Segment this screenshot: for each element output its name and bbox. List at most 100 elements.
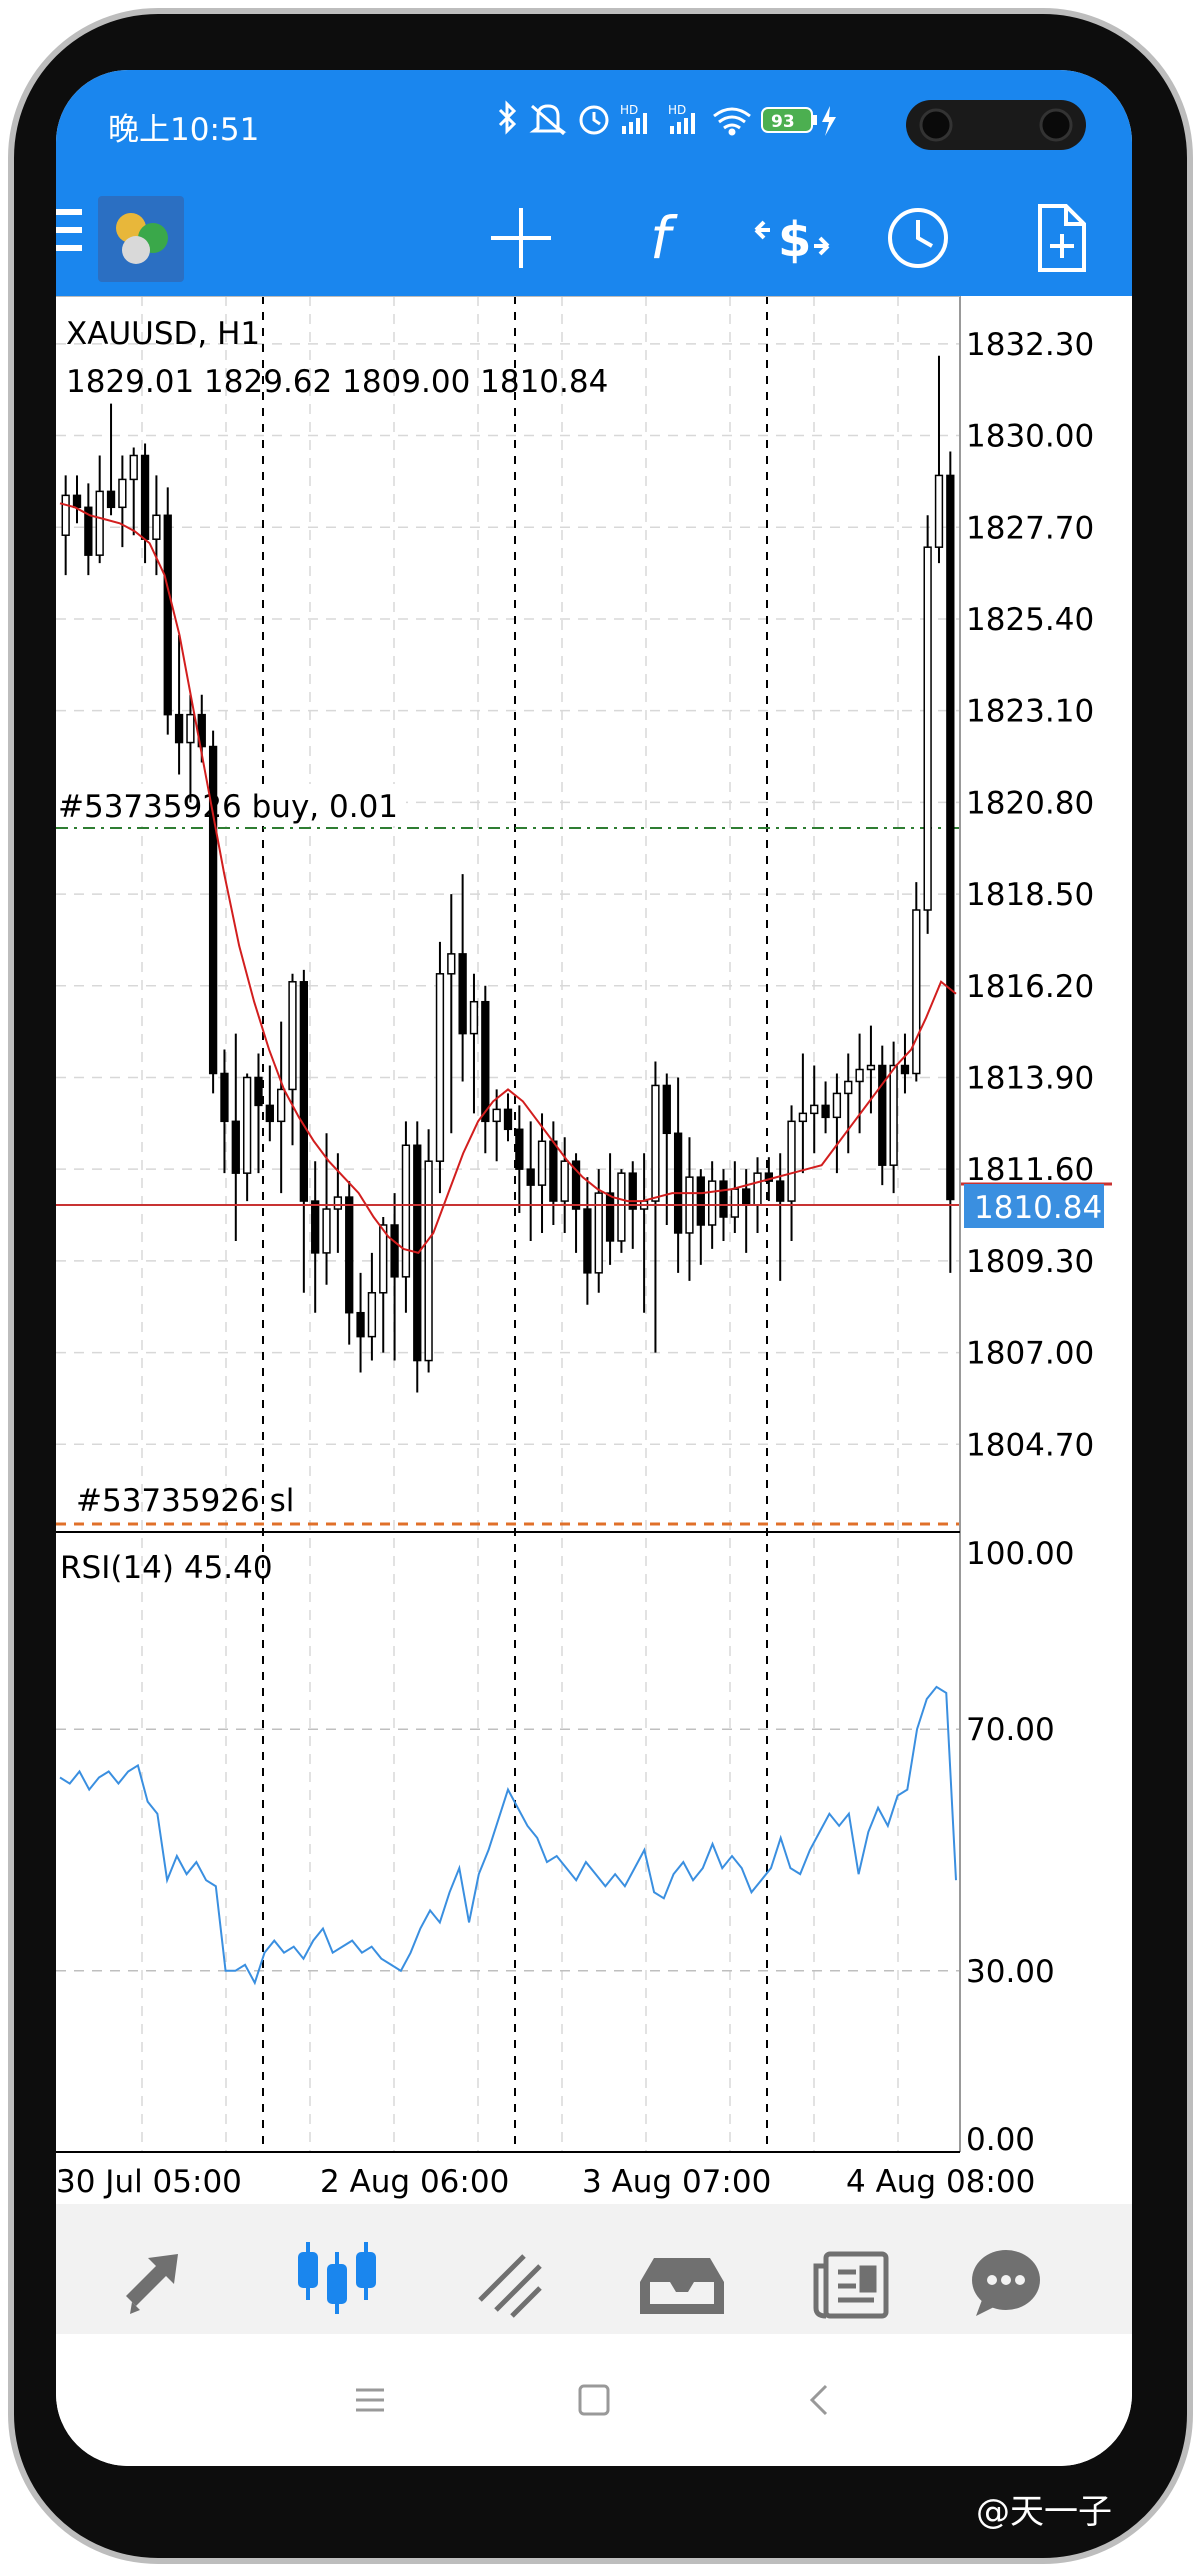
candle-body bbox=[719, 1180, 728, 1218]
candle-body bbox=[106, 490, 116, 509]
candle bbox=[912, 882, 921, 1082]
candle bbox=[254, 1053, 263, 1174]
candle-body bbox=[367, 1292, 377, 1338]
price-axis-label: 1823.10 bbox=[966, 694, 1094, 730]
candle-body bbox=[61, 494, 70, 536]
candle bbox=[288, 973, 297, 1146]
price-axis-label: 1813.90 bbox=[966, 1060, 1094, 1096]
svg-text:$: $ bbox=[778, 212, 811, 268]
candle bbox=[356, 1272, 365, 1373]
candle bbox=[72, 475, 82, 524]
hd-signal-icon: HD bbox=[620, 103, 647, 134]
candle-body bbox=[469, 1000, 479, 1035]
chart-area[interactable]: #53735926 buy, 0.01 #53735926 sl XAUUSD,… bbox=[56, 295, 1132, 2204]
quotes-icon[interactable] bbox=[126, 2254, 178, 2314]
candle-body bbox=[605, 1192, 615, 1242]
candle bbox=[923, 515, 932, 934]
candle-body bbox=[673, 1132, 683, 1234]
candle-body bbox=[458, 953, 467, 1035]
chart-ohlc-values: 1829.01 1829.62 1809.00 1810.84 bbox=[66, 364, 608, 400]
candle-body bbox=[356, 1311, 365, 1338]
current-price-value: 1810.84 bbox=[974, 1190, 1102, 1226]
candle-body bbox=[515, 1128, 524, 1170]
candle bbox=[401, 1121, 411, 1313]
hd-label: HD bbox=[620, 103, 638, 117]
candle bbox=[776, 1153, 785, 1281]
candle-body bbox=[174, 713, 184, 744]
price-axis-label: 1832.30 bbox=[966, 327, 1094, 363]
price-axis: 1832.30 1830.00 1827.70 1825.40 1823.10 1820.… bbox=[966, 327, 1094, 1463]
time-axis-label: 30 Jul 05:00 bbox=[56, 2164, 242, 2200]
front-cameras bbox=[906, 100, 1086, 150]
menu-icon[interactable] bbox=[56, 209, 82, 251]
time-axis-label: 4 Aug 08:00 bbox=[846, 2164, 1035, 2200]
candle bbox=[163, 487, 172, 735]
alarm-icon bbox=[579, 105, 609, 135]
candle bbox=[390, 1193, 399, 1361]
candle-body bbox=[798, 1112, 808, 1123]
candle bbox=[889, 1041, 898, 1194]
candle-body bbox=[95, 490, 104, 556]
candle bbox=[503, 1093, 513, 1142]
new-order-icon[interactable] bbox=[1038, 204, 1086, 272]
history-inbox-icon[interactable] bbox=[640, 2258, 724, 2314]
candle bbox=[878, 1045, 887, 1186]
candle bbox=[208, 730, 218, 1094]
time-axis: 30 Jul 05:00 2 Aug 06:00 3 Aug 07:00 4 Aug … bbox=[56, 2164, 1035, 2200]
candle bbox=[95, 455, 104, 564]
rsi-axis-label: 0.00 bbox=[966, 2122, 1035, 2158]
sl-label[interactable]: #53735926 sl bbox=[76, 1483, 294, 1519]
candlestick-series bbox=[61, 355, 955, 1393]
candle-body bbox=[560, 1160, 569, 1202]
candle-body bbox=[844, 1080, 853, 1095]
candle-body bbox=[537, 1140, 547, 1186]
recents-icon[interactable] bbox=[356, 2388, 384, 2412]
app-logo-icon[interactable] bbox=[98, 196, 184, 282]
candle bbox=[934, 355, 944, 564]
candle-body bbox=[333, 1196, 343, 1210]
candle bbox=[447, 894, 456, 1134]
candle bbox=[118, 455, 127, 548]
candle bbox=[152, 475, 161, 576]
home-icon[interactable] bbox=[578, 2384, 610, 2416]
candle-body bbox=[651, 1084, 660, 1202]
indicators-f-icon[interactable]: f bbox=[650, 204, 678, 272]
chart-symbol-title: XAUUSD, H1 bbox=[66, 316, 260, 352]
candle bbox=[798, 1053, 808, 1174]
price-axis-label: 1816.20 bbox=[966, 969, 1094, 1005]
timeframe-clock-icon[interactable] bbox=[888, 208, 948, 268]
price-axis-label: 1807.00 bbox=[966, 1336, 1094, 1372]
candle-body bbox=[923, 546, 932, 911]
candle bbox=[946, 451, 955, 1273]
candle-body bbox=[311, 1200, 320, 1254]
candle-body bbox=[696, 1176, 705, 1226]
candle-body bbox=[186, 713, 195, 744]
candle bbox=[662, 1073, 671, 1225]
chart-candles-icon[interactable] bbox=[298, 2242, 376, 2314]
news-icon[interactable] bbox=[813, 2251, 889, 2319]
candle bbox=[583, 1177, 592, 1305]
candle-body bbox=[492, 1108, 501, 1123]
messages-icon[interactable] bbox=[972, 2250, 1040, 2316]
price-axis-label: 1809.30 bbox=[966, 1244, 1094, 1280]
candle bbox=[231, 1033, 240, 1241]
candle bbox=[844, 1053, 853, 1154]
candle-body bbox=[526, 1168, 535, 1186]
wifi-icon bbox=[713, 107, 751, 136]
candle bbox=[696, 1169, 705, 1265]
back-icon[interactable] bbox=[809, 2384, 828, 2416]
candle bbox=[810, 1065, 819, 1154]
buy-position-label[interactable]: #53735926 buy, 0.01 bbox=[58, 789, 398, 825]
candle bbox=[900, 1033, 910, 1094]
battery-level: 93 bbox=[771, 112, 795, 132]
candle bbox=[651, 1061, 660, 1353]
trade-icon[interactable] bbox=[478, 2254, 542, 2318]
crosshair-icon[interactable] bbox=[491, 208, 551, 268]
candle-body bbox=[152, 514, 161, 540]
candle-body bbox=[208, 745, 218, 1075]
price-axis-label: 1818.50 bbox=[966, 877, 1094, 913]
trade-dollar-icon[interactable]: $ bbox=[754, 212, 830, 268]
candle-body bbox=[277, 1088, 286, 1123]
candle bbox=[367, 1252, 377, 1361]
candle-body bbox=[503, 1108, 513, 1131]
